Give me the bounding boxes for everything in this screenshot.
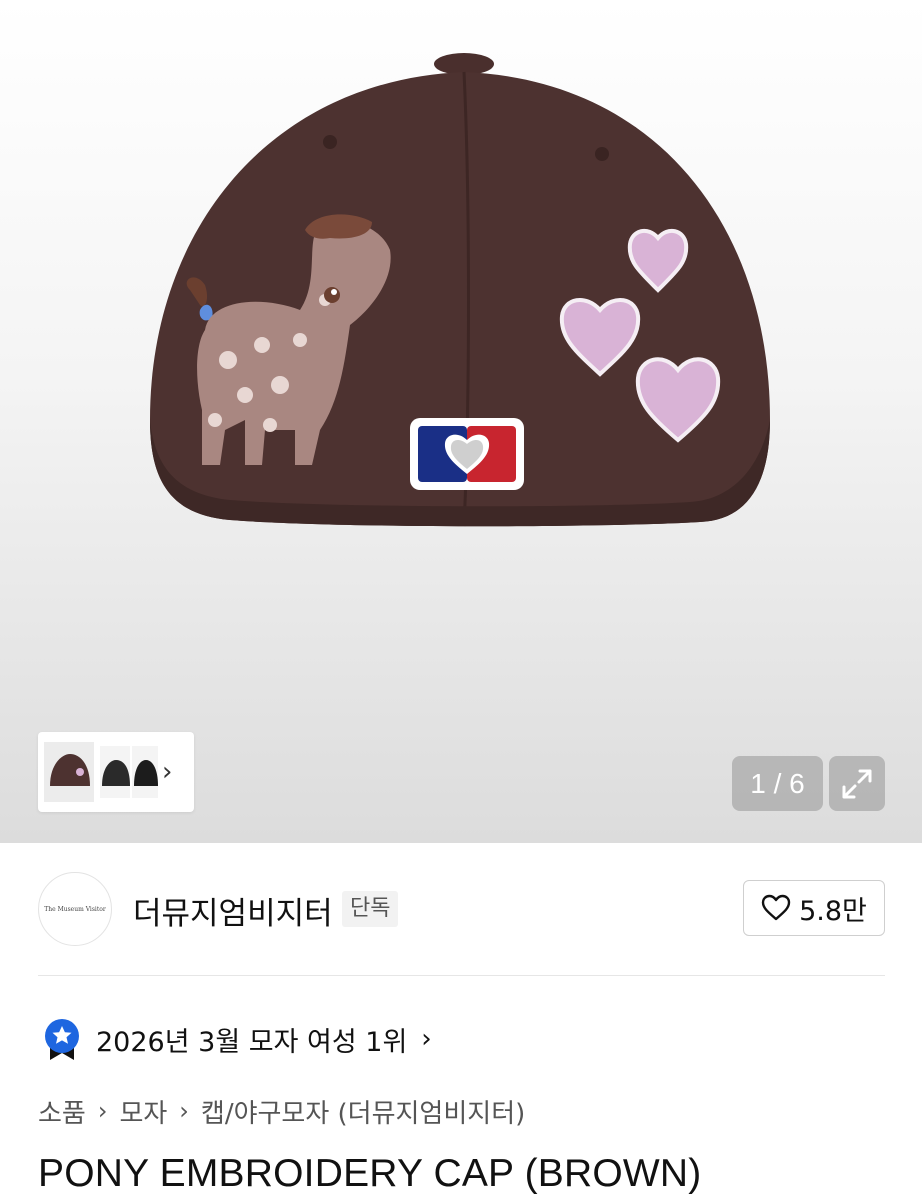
ranking-link[interactable]: 2026년 3월 모자 여성 1위 › — [44, 1018, 432, 1060]
ranking-text: 2026년 3월 모자 여성 1위 — [96, 1026, 408, 1058]
expand-button[interactable] — [829, 756, 885, 811]
chevron-right-icon: › — [97, 1097, 108, 1125]
like-button[interactable]: 5.8만 — [743, 880, 885, 936]
breadcrumb-item[interactable]: 캡/야구모자 (더뮤지엄비지터) — [201, 1093, 525, 1130]
breadcrumb-item[interactable]: 모자 — [119, 1093, 167, 1130]
thumbnail-strip[interactable]: › — [38, 732, 194, 812]
divider — [38, 975, 885, 976]
chevron-right-icon: › — [421, 1024, 432, 1054]
seller-name[interactable]: 더뮤지엄비지터 — [133, 888, 333, 933]
breadcrumb-item[interactable]: 소품 — [38, 1093, 86, 1130]
breadcrumb: 소품 › 모자 › 캡/야구모자 (더뮤지엄비지터) — [38, 1093, 525, 1129]
product-image-gallery[interactable]: › 1 / 6 — [0, 0, 922, 843]
chevron-right-icon: › — [179, 1097, 189, 1125]
seller-logo[interactable]: The Museum Visitor — [38, 872, 112, 946]
product-photo — [150, 53, 770, 527]
ranking-medal-icon — [45, 1019, 79, 1060]
like-count: 5.8만 — [799, 895, 867, 927]
expand-icon — [842, 769, 872, 798]
seller-logo-text: The Museum Visitor — [44, 905, 106, 913]
heart-outline-icon — [761, 894, 791, 921]
image-counter: 1 / 6 — [732, 756, 823, 811]
exclusive-badge: 단독 — [342, 891, 399, 927]
product-title: PONY EMBROIDERY CAP (BROWN) — [38, 1152, 702, 1195]
chevron-right-icon[interactable]: › — [162, 754, 172, 790]
thumbnail-images[interactable] — [44, 742, 160, 802]
seller-row: The Museum Visitor 더뮤지엄비지터 단독 5.8만 — [38, 872, 885, 946]
